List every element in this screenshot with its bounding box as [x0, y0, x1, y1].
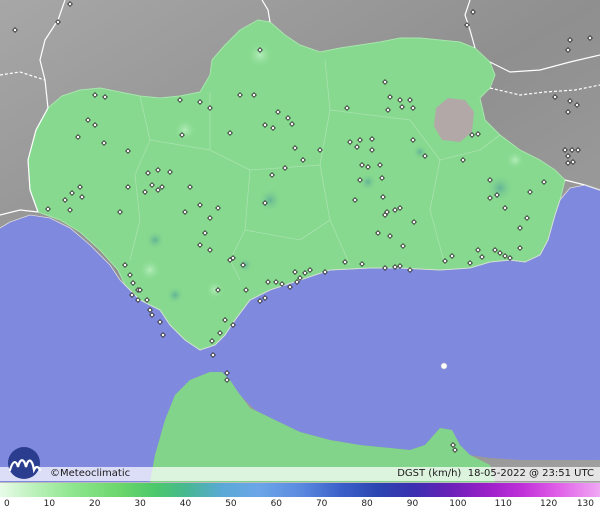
- scale-tick-label: 100: [449, 499, 467, 509]
- scale-tick-label: 30: [134, 499, 146, 509]
- andalusia-wind-map: [0, 0, 600, 482]
- map-info: DGST (km/h) 18-05-2022 @ 23:51 UTC: [397, 467, 594, 481]
- scale-tick-label: 20: [89, 499, 101, 509]
- scale-tick-label: 70: [315, 499, 328, 509]
- scale-tick-label: 50: [225, 499, 237, 509]
- scale-tick-label: 0: [4, 499, 10, 509]
- credit-text: ©Meteoclimatic: [50, 468, 131, 479]
- scale-tick-label: 120: [540, 499, 558, 509]
- scale-tick-label: 60: [270, 499, 283, 509]
- meteoclimatic-logo-icon: [8, 447, 42, 479]
- scale-tick-label: 110: [494, 499, 512, 509]
- scale-tick-label: 40: [179, 499, 192, 509]
- scale-tick-label: 130: [576, 499, 594, 509]
- alboran-island: [440, 362, 448, 370]
- scale-tick-label: 10: [43, 499, 56, 509]
- variable-label: DGST (km/h): [397, 468, 462, 479]
- scale-tick-label: 80: [361, 499, 373, 509]
- map-view[interactable]: ©Meteoclimatic DGST (km/h) 18-05-2022 @ …: [0, 0, 600, 517]
- scale-tick-label: 90: [406, 499, 419, 509]
- color-scale-labels: 0 10 20 30 40 50 60 70 80 90 100 110 120 130: [0, 497, 600, 517]
- timestamp: 18-05-2022 @ 23:51 UTC: [467, 468, 594, 479]
